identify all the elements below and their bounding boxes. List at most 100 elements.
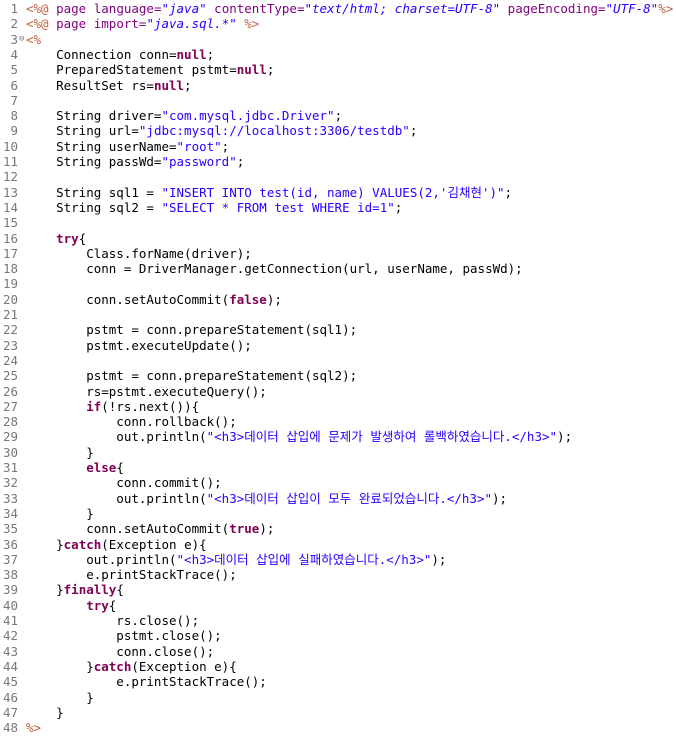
- code-token: page: [56, 16, 94, 32]
- code-text: PreparedStatement pstmt=null;: [26, 62, 274, 77]
- code-line[interactable]: 47 }: [0, 705, 676, 720]
- code-line[interactable]: 6 ResultSet rs=null;: [0, 78, 676, 93]
- code-text: <%: [26, 32, 41, 47]
- code-line[interactable]: 41 rs.close();: [0, 613, 676, 628]
- code-token: contentType=: [206, 1, 305, 16]
- code-line[interactable]: 42 pstmt.close();: [0, 628, 676, 643]
- code-token: page: [56, 1, 94, 16]
- code-line[interactable]: 1 <%@ page language="java" contentType="t…: [0, 1, 676, 16]
- code-text: conn.rollback();: [26, 414, 236, 429]
- line-number: 25: [2, 368, 18, 384]
- code-line[interactable]: 28 conn.rollback();: [0, 414, 676, 429]
- code-text: out.println("<h3>데이터 삽입에 실패하였습니다.</h3>")…: [26, 552, 446, 567]
- line-number: 36: [2, 536, 18, 552]
- line-number: 28: [2, 414, 18, 430]
- code-text: Connection conn=null;: [26, 47, 214, 62]
- code-line[interactable]: 37 out.println("<h3>데이터 삽입에 실패하였습니다.</h3…: [0, 552, 676, 567]
- code-token: ;: [266, 62, 275, 78]
- code-line[interactable]: 11 String passWd="password";: [0, 154, 676, 169]
- code-line[interactable]: 8 String driver="com.mysql.jdbc.Driver";: [0, 108, 676, 123]
- code-line[interactable]: 18 conn = DriverManager.getConnection(ur…: [0, 261, 676, 276]
- code-line[interactable]: 9 String url="jdbc:mysql://localhost:330…: [0, 123, 676, 138]
- code-line[interactable]: 40 try{: [0, 598, 676, 613]
- code-token: conn.commit();: [26, 475, 222, 491]
- code-token: Class.forName(driver);: [26, 245, 252, 261]
- code-token: String driver=: [26, 108, 162, 124]
- code-token: );: [492, 490, 508, 506]
- code-line[interactable]: 27 if(!rs.next()){: [0, 399, 676, 414]
- code-line[interactable]: 29 out.println("<h3>데이터 삽입에 문제가 발생하여 롤백하…: [0, 429, 676, 444]
- code-line[interactable]: 12: [0, 169, 676, 184]
- code-line[interactable]: 36 }catch(Exception e){: [0, 537, 676, 552]
- code-token: out.println(: [26, 429, 207, 445]
- line-number: 42: [2, 628, 18, 644]
- line-number: 39: [2, 582, 18, 598]
- code-line[interactable]: 26 rs=pstmt.executeQuery();: [0, 384, 676, 399]
- code-token: rs=pstmt.executeQuery();: [26, 383, 267, 399]
- code-line[interactable]: 33 out.println("<h3>데이터 삽입이 모두 완료되었습니다.<…: [0, 491, 676, 506]
- code-text: try{: [26, 598, 116, 613]
- code-line[interactable]: 22 pstmt = conn.prepareStatement(sql1);: [0, 322, 676, 337]
- line-number: 26: [2, 383, 18, 399]
- code-line[interactable]: 7: [0, 93, 676, 108]
- fold-toggle-icon[interactable]: ⊖: [19, 32, 25, 47]
- line-number: 16: [2, 230, 18, 246]
- code-line[interactable]: 44 }catch(Exception e){: [0, 659, 676, 674]
- code-text: <%@ page import="java.sql.*" %>: [26, 16, 259, 31]
- code-line[interactable]: 39 }finally{: [0, 582, 676, 597]
- code-token: );: [557, 429, 573, 445]
- code-line[interactable]: 20 conn.setAutoCommit(false);: [0, 292, 676, 307]
- code-line[interactable]: 43 conn.close();: [0, 644, 676, 659]
- code-text: }: [26, 690, 94, 705]
- code-token: "java.sql.*": [146, 16, 237, 32]
- code-line[interactable]: 35 conn.setAutoCommit(true);: [0, 521, 676, 536]
- line-number: 47: [2, 704, 18, 720]
- code-line[interactable]: 5 PreparedStatement pstmt=null;: [0, 62, 676, 77]
- code-line[interactable]: 3 ⊖ <%: [0, 32, 676, 47]
- code-line[interactable]: 25 pstmt = conn.prepareStatement(sql2);: [0, 368, 676, 383]
- code-line[interactable]: 24: [0, 353, 676, 368]
- code-line[interactable]: 30 }: [0, 445, 676, 460]
- code-token: );: [259, 521, 275, 537]
- line-number: 6: [10, 77, 18, 93]
- code-text: out.println("<h3>데이터 삽입에 문제가 발생하여 롤백하였습니…: [26, 429, 572, 444]
- code-line[interactable]: 14 String sql2 = "SELECT * FROM test WHE…: [0, 200, 676, 215]
- line-number: 32: [2, 475, 18, 491]
- code-text: <%@ page language="java" contentType="te…: [26, 1, 673, 16]
- code-line[interactable]: 13 String sql1 = "INSERT INTO test(id, n…: [0, 185, 676, 200]
- code-token: "password": [161, 154, 237, 169]
- code-line[interactable]: 23 pstmt.executeUpdate();: [0, 338, 676, 353]
- code-line[interactable]: 15: [0, 215, 676, 230]
- code-token: conn.setAutoCommit(: [26, 291, 230, 307]
- code-token: conn.close();: [26, 643, 215, 659]
- code-editor[interactable]: 1 <%@ page language="java" contentType="t…: [0, 0, 676, 737]
- line-number: 17: [2, 245, 18, 261]
- code-line[interactable]: 21: [0, 307, 676, 322]
- code-token: PreparedStatement pstmt=: [26, 62, 237, 78]
- code-line[interactable]: 46 }: [0, 690, 676, 705]
- code-token: }: [26, 689, 94, 705]
- code-line[interactable]: 10 String userName="root";: [0, 139, 676, 154]
- code-line[interactable]: 16 try{: [0, 231, 676, 246]
- code-line[interactable]: 38 e.printStackTrace();: [0, 567, 676, 582]
- code-line[interactable]: 2 <%@ page import="java.sql.*" %>: [0, 16, 676, 31]
- line-number: 33: [2, 490, 18, 506]
- code-line[interactable]: 17 Class.forName(driver);: [0, 246, 676, 261]
- code-token: Connection conn=: [26, 46, 177, 62]
- code-line[interactable]: 31 else{: [0, 460, 676, 475]
- code-token: e.printStackTrace();: [26, 674, 267, 690]
- code-line[interactable]: 34 }: [0, 506, 676, 521]
- code-token: ;: [221, 138, 230, 154]
- code-token: conn.setAutoCommit(: [26, 521, 230, 537]
- code-line[interactable]: 45 e.printStackTrace();: [0, 674, 676, 689]
- code-line[interactable]: 48 %>: [0, 720, 676, 735]
- code-token: }: [26, 704, 64, 720]
- code-line[interactable]: 19: [0, 276, 676, 291]
- code-token: <%: [26, 31, 42, 47]
- code-token: "<h3>데이터 삽입에 실패하였습니다.</h3>": [176, 551, 432, 567]
- code-text: }catch(Exception e){: [26, 537, 207, 552]
- code-line[interactable]: 32 conn.commit();: [0, 475, 676, 490]
- code-token: );: [431, 551, 447, 567]
- code-line[interactable]: 4 Connection conn=null;: [0, 47, 676, 62]
